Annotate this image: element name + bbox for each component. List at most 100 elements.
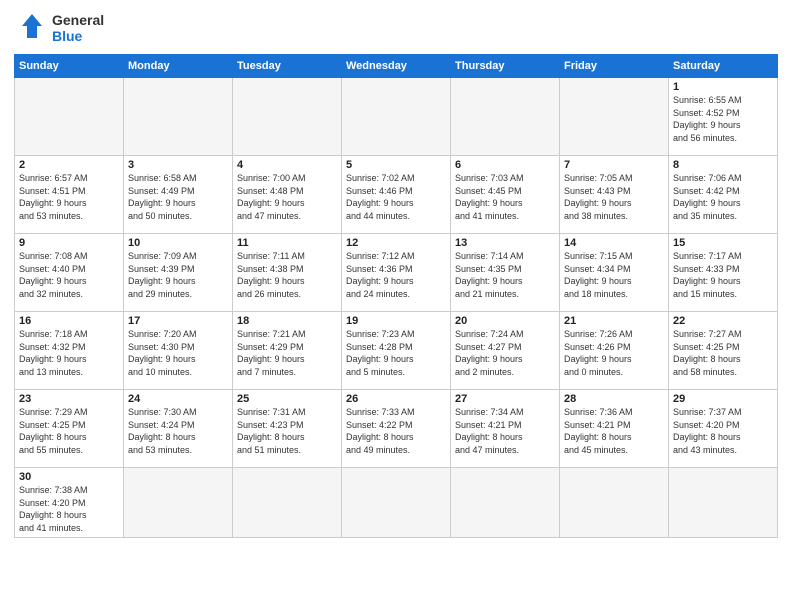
calendar-cell [233,78,342,156]
calendar-cell: 14Sunrise: 7:15 AM Sunset: 4:34 PM Dayli… [560,234,669,312]
day-number: 15 [673,237,773,249]
calendar-cell: 26Sunrise: 7:33 AM Sunset: 4:22 PM Dayli… [342,390,451,468]
day-number: 26 [346,393,446,405]
day-number: 30 [19,471,119,483]
calendar-cell: 13Sunrise: 7:14 AM Sunset: 4:35 PM Dayli… [451,234,560,312]
calendar-week-row: 9Sunrise: 7:08 AM Sunset: 4:40 PM Daylig… [15,234,778,312]
day-info: Sunrise: 7:30 AM Sunset: 4:24 PM Dayligh… [128,406,228,456]
calendar-cell [124,78,233,156]
calendar-cell [560,468,669,538]
logo-bird-icon [14,10,50,46]
day-info: Sunrise: 7:00 AM Sunset: 4:48 PM Dayligh… [237,172,337,222]
day-info: Sunrise: 7:02 AM Sunset: 4:46 PM Dayligh… [346,172,446,222]
day-info: Sunrise: 6:57 AM Sunset: 4:51 PM Dayligh… [19,172,119,222]
day-number: 29 [673,393,773,405]
calendar-header-saturday: Saturday [669,55,778,78]
day-info: Sunrise: 7:17 AM Sunset: 4:33 PM Dayligh… [673,250,773,300]
day-number: 19 [346,315,446,327]
calendar-cell: 25Sunrise: 7:31 AM Sunset: 4:23 PM Dayli… [233,390,342,468]
day-number: 9 [19,237,119,249]
calendar-cell: 4Sunrise: 7:00 AM Sunset: 4:48 PM Daylig… [233,156,342,234]
calendar-cell: 24Sunrise: 7:30 AM Sunset: 4:24 PM Dayli… [124,390,233,468]
calendar-cell [15,78,124,156]
calendar-cell: 22Sunrise: 7:27 AM Sunset: 4:25 PM Dayli… [669,312,778,390]
calendar-cell: 16Sunrise: 7:18 AM Sunset: 4:32 PM Dayli… [15,312,124,390]
calendar-cell: 12Sunrise: 7:12 AM Sunset: 4:36 PM Dayli… [342,234,451,312]
day-info: Sunrise: 7:08 AM Sunset: 4:40 PM Dayligh… [19,250,119,300]
calendar-cell: 29Sunrise: 7:37 AM Sunset: 4:20 PM Dayli… [669,390,778,468]
day-info: Sunrise: 7:06 AM Sunset: 4:42 PM Dayligh… [673,172,773,222]
calendar-cell: 17Sunrise: 7:20 AM Sunset: 4:30 PM Dayli… [124,312,233,390]
day-number: 13 [455,237,555,249]
day-info: Sunrise: 7:09 AM Sunset: 4:39 PM Dayligh… [128,250,228,300]
day-number: 12 [346,237,446,249]
day-number: 3 [128,159,228,171]
calendar-cell [124,468,233,538]
header: General Blue [14,10,778,46]
day-number: 16 [19,315,119,327]
calendar-cell: 19Sunrise: 7:23 AM Sunset: 4:28 PM Dayli… [342,312,451,390]
logo-general: General [52,12,104,28]
calendar-cell: 18Sunrise: 7:21 AM Sunset: 4:29 PM Dayli… [233,312,342,390]
calendar-cell [342,468,451,538]
day-number: 25 [237,393,337,405]
day-info: Sunrise: 7:12 AM Sunset: 4:36 PM Dayligh… [346,250,446,300]
calendar-header-row: SundayMondayTuesdayWednesdayThursdayFrid… [15,55,778,78]
calendar-week-row: 16Sunrise: 7:18 AM Sunset: 4:32 PM Dayli… [15,312,778,390]
day-number: 24 [128,393,228,405]
calendar-cell: 30Sunrise: 7:38 AM Sunset: 4:20 PM Dayli… [15,468,124,538]
calendar-cell: 5Sunrise: 7:02 AM Sunset: 4:46 PM Daylig… [342,156,451,234]
calendar-cell [451,78,560,156]
day-info: Sunrise: 7:24 AM Sunset: 4:27 PM Dayligh… [455,328,555,378]
calendar-header-thursday: Thursday [451,55,560,78]
day-info: Sunrise: 7:14 AM Sunset: 4:35 PM Dayligh… [455,250,555,300]
calendar-week-row: 30Sunrise: 7:38 AM Sunset: 4:20 PM Dayli… [15,468,778,538]
day-number: 20 [455,315,555,327]
calendar-cell: 9Sunrise: 7:08 AM Sunset: 4:40 PM Daylig… [15,234,124,312]
day-number: 5 [346,159,446,171]
day-info: Sunrise: 6:55 AM Sunset: 4:52 PM Dayligh… [673,94,773,144]
day-number: 23 [19,393,119,405]
day-number: 14 [564,237,664,249]
day-info: Sunrise: 7:26 AM Sunset: 4:26 PM Dayligh… [564,328,664,378]
day-info: Sunrise: 7:18 AM Sunset: 4:32 PM Dayligh… [19,328,119,378]
calendar-header-monday: Monday [124,55,233,78]
day-number: 6 [455,159,555,171]
day-number: 21 [564,315,664,327]
calendar-header-wednesday: Wednesday [342,55,451,78]
day-number: 2 [19,159,119,171]
calendar-cell: 27Sunrise: 7:34 AM Sunset: 4:21 PM Dayli… [451,390,560,468]
logo-svg: General Blue [14,10,104,46]
day-info: Sunrise: 7:21 AM Sunset: 4:29 PM Dayligh… [237,328,337,378]
day-info: Sunrise: 7:23 AM Sunset: 4:28 PM Dayligh… [346,328,446,378]
calendar-cell: 3Sunrise: 6:58 AM Sunset: 4:49 PM Daylig… [124,156,233,234]
calendar-cell: 23Sunrise: 7:29 AM Sunset: 4:25 PM Dayli… [15,390,124,468]
calendar-cell: 8Sunrise: 7:06 AM Sunset: 4:42 PM Daylig… [669,156,778,234]
page: General Blue SundayMondayTuesdayWednesda… [0,0,792,612]
calendar-cell [669,468,778,538]
calendar-week-row: 2Sunrise: 6:57 AM Sunset: 4:51 PM Daylig… [15,156,778,234]
calendar: SundayMondayTuesdayWednesdayThursdayFrid… [14,54,778,538]
logo: General Blue [14,10,104,46]
day-number: 8 [673,159,773,171]
day-info: Sunrise: 7:29 AM Sunset: 4:25 PM Dayligh… [19,406,119,456]
day-number: 18 [237,315,337,327]
calendar-cell: 15Sunrise: 7:17 AM Sunset: 4:33 PM Dayli… [669,234,778,312]
calendar-cell [233,468,342,538]
calendar-header-sunday: Sunday [15,55,124,78]
calendar-cell: 21Sunrise: 7:26 AM Sunset: 4:26 PM Dayli… [560,312,669,390]
day-info: Sunrise: 7:11 AM Sunset: 4:38 PM Dayligh… [237,250,337,300]
day-info: Sunrise: 7:31 AM Sunset: 4:23 PM Dayligh… [237,406,337,456]
day-info: Sunrise: 7:33 AM Sunset: 4:22 PM Dayligh… [346,406,446,456]
calendar-cell: 7Sunrise: 7:05 AM Sunset: 4:43 PM Daylig… [560,156,669,234]
calendar-cell: 10Sunrise: 7:09 AM Sunset: 4:39 PM Dayli… [124,234,233,312]
logo-blue: Blue [52,28,104,44]
day-number: 17 [128,315,228,327]
calendar-week-row: 23Sunrise: 7:29 AM Sunset: 4:25 PM Dayli… [15,390,778,468]
day-number: 11 [237,237,337,249]
day-info: Sunrise: 7:37 AM Sunset: 4:20 PM Dayligh… [673,406,773,456]
day-info: Sunrise: 7:34 AM Sunset: 4:21 PM Dayligh… [455,406,555,456]
calendar-header-tuesday: Tuesday [233,55,342,78]
calendar-header-friday: Friday [560,55,669,78]
calendar-cell: 28Sunrise: 7:36 AM Sunset: 4:21 PM Dayli… [560,390,669,468]
